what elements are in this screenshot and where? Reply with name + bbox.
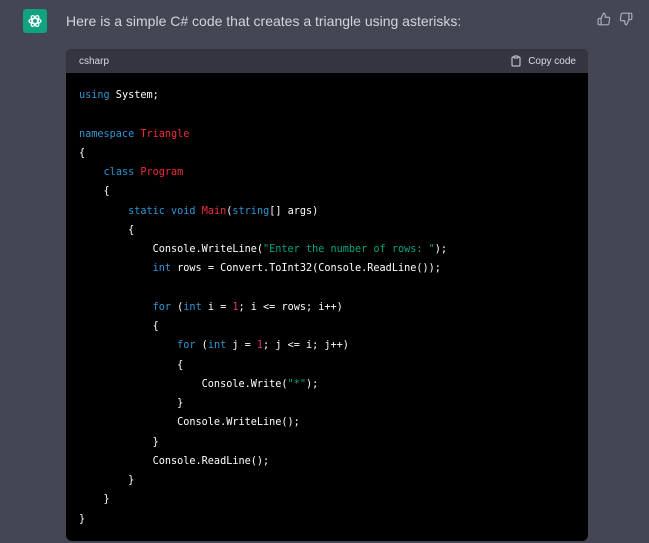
code-line: Console.WriteLine(); xyxy=(79,417,300,429)
code-line: using System; xyxy=(79,90,159,101)
copy-code-button[interactable]: Copy code xyxy=(510,55,576,67)
code-line: { xyxy=(79,359,184,371)
code-line: namespace Triangle xyxy=(79,128,190,140)
code-line: { xyxy=(79,224,135,236)
code-line: { xyxy=(79,147,86,159)
code-line: for (int i = 1; i <= rows; i++) xyxy=(152,301,343,313)
assistant-message-text: Here is a simple C# code that creates a … xyxy=(66,13,462,29)
code-language-label: csharp xyxy=(79,55,110,67)
code-line: { xyxy=(79,186,110,198)
code-line: for (int j = 1; j <= i; j++) xyxy=(177,340,349,352)
code-block: csharp Copy code using System; namespace… xyxy=(66,49,588,541)
code-content: using System; namespace Triangle { class … xyxy=(66,73,588,529)
code-line: } xyxy=(79,436,159,448)
code-line: Console.ReadLine(); xyxy=(79,455,270,467)
clipboard-icon xyxy=(511,55,521,67)
code-line: } xyxy=(79,513,86,525)
thumbs-down-icon xyxy=(619,12,633,26)
code-line: Console.WriteLine("Enter the number of r… xyxy=(79,244,448,255)
code-block-header: csharp Copy code xyxy=(66,49,588,73)
code-line: class Program xyxy=(103,167,184,178)
openai-logo-icon xyxy=(28,14,42,28)
thumbs-up-icon xyxy=(597,12,611,26)
thumbs-down-button[interactable] xyxy=(618,11,634,27)
code-line: static void Main(string[] args) xyxy=(128,205,319,217)
code-line: Console.Write("*"); xyxy=(79,378,319,390)
assistant-avatar xyxy=(23,9,47,33)
code-line: } xyxy=(79,494,110,506)
code-line: } xyxy=(79,398,184,409)
code-line: { xyxy=(79,321,159,332)
thumbs-up-button[interactable] xyxy=(596,11,612,27)
code-line: } xyxy=(79,475,135,486)
code-line: int rows = Convert.ToInt32(Console.ReadL… xyxy=(152,263,441,275)
copy-code-label: Copy code xyxy=(528,55,576,67)
